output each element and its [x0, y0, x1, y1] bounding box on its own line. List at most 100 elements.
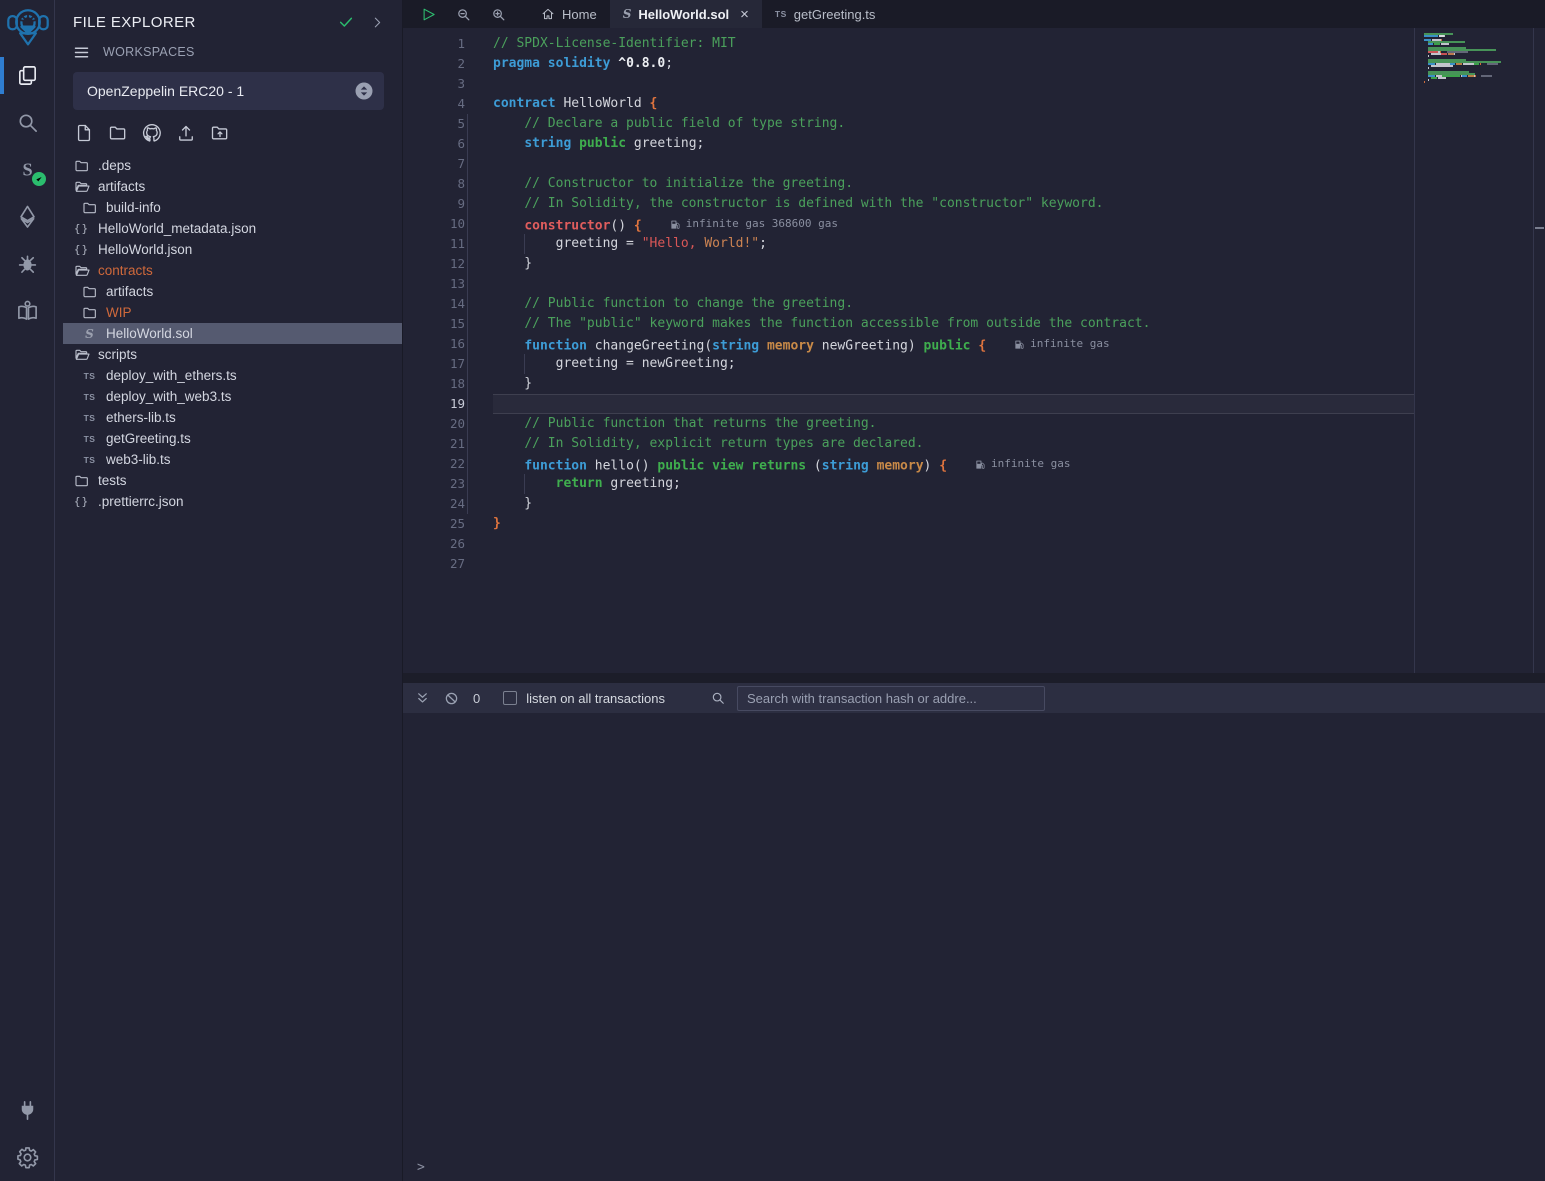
tree-item-web3-lib-ts[interactable]: TSweb3-lib.ts	[55, 449, 402, 470]
sidebar-header: FILE EXPLORER	[55, 9, 402, 35]
tree-item-deploy-with-ethers-ts[interactable]: TSdeploy_with_ethers.ts	[55, 365, 402, 386]
tree-item-label: scripts	[98, 347, 137, 362]
code-line-20[interactable]: 20 // Public function that returns the g…	[403, 414, 1414, 434]
code-line-16[interactable]: 16 function changeGreeting(string memory…	[403, 334, 1414, 354]
activity-settings[interactable]	[0, 1134, 55, 1181]
tree-item-artifacts[interactable]: artifacts	[55, 176, 402, 197]
code-area[interactable]: 1// SPDX-License-Identifier: MIT2pragma …	[403, 28, 1414, 673]
line-content	[493, 74, 1414, 94]
workspaces-menu-icon[interactable]	[73, 44, 90, 61]
editor-scrollbar[interactable]	[1533, 28, 1545, 673]
activity-learneth[interactable]	[0, 287, 55, 334]
tree-item-ethers-lib-ts[interactable]: TSethers-lib.ts	[55, 407, 402, 428]
tree-item-label: HelloWorld.sol	[106, 326, 193, 341]
workspace-selector[interactable]: OpenZeppelin ERC20 - 1	[73, 72, 384, 110]
code-line-2[interactable]: 2pragma solidity ^0.8.0;	[403, 54, 1414, 74]
tree-item-contracts[interactable]: contracts	[55, 260, 402, 281]
listen-transactions-label: listen on all transactions	[526, 691, 665, 706]
line-number: 5	[403, 114, 465, 134]
clear-console-button[interactable]	[444, 691, 459, 706]
code-line-27[interactable]: 27	[403, 554, 1414, 574]
line-content: greeting = newGreeting;	[493, 354, 1414, 374]
zoom-in-button[interactable]	[491, 7, 506, 22]
expand-terminal-button[interactable]	[415, 691, 430, 706]
upload-folder-button[interactable]	[207, 121, 232, 146]
line-number: 12	[403, 254, 465, 274]
zoom-out-button[interactable]	[456, 7, 471, 22]
gas-estimate: infinite gas	[975, 454, 1070, 474]
run-script-button[interactable]	[421, 7, 436, 22]
code-line-19[interactable]: 19	[403, 394, 1414, 414]
tree-item-deploy-with-web3-ts[interactable]: TSdeploy_with_web3.ts	[55, 386, 402, 407]
tree-item-tests[interactable]: tests	[55, 470, 402, 491]
clone-git-repository-button[interactable]	[139, 121, 164, 146]
activity-debugger[interactable]	[0, 240, 55, 287]
code-line-7[interactable]: 7	[403, 154, 1414, 174]
code-line-17[interactable]: 17 greeting = newGreeting;	[403, 354, 1414, 374]
tree-item-label: ethers-lib.ts	[106, 410, 176, 425]
tree-item-getgreeting-ts[interactable]: TS getGreeting.ts	[55, 428, 402, 449]
minimap[interactable]	[1414, 28, 1533, 673]
code-line-9[interactable]: 9 // In Solidity, the constructor is def…	[403, 194, 1414, 214]
tab-helloworld-sol[interactable]: SHelloWorld.sol×	[610, 0, 762, 28]
create-new-folder-button[interactable]	[105, 121, 130, 146]
terminal-search-input[interactable]	[737, 686, 1045, 711]
tree-item-label: getGreeting.ts	[106, 431, 191, 446]
chevron-right-icon[interactable]	[371, 16, 384, 29]
upload-file-button[interactable]	[173, 121, 198, 146]
code-line-14[interactable]: 14 // Public function to change the gree…	[403, 294, 1414, 314]
code-line-25[interactable]: 25}	[403, 514, 1414, 534]
activity-plugin-manager[interactable]	[0, 1087, 55, 1134]
activity-solidity-compiler[interactable]: S	[0, 146, 55, 193]
activity-search[interactable]	[0, 99, 55, 146]
solidity-file-icon: S	[623, 7, 632, 21]
tab-label: Home	[562, 7, 597, 22]
activity-bar: S	[0, 0, 55, 1181]
code-line-18[interactable]: 18 }	[403, 374, 1414, 394]
terminal-search-icon	[711, 691, 725, 705]
code-line-23[interactable]: 23 return greeting;	[403, 474, 1414, 494]
code-line-15[interactable]: 15 // The "public" keyword makes the fun…	[403, 314, 1414, 334]
code-line-21[interactable]: 21 // In Solidity, explicit return types…	[403, 434, 1414, 454]
workspace-sort-icon[interactable]	[354, 81, 374, 101]
listen-transactions-checkbox[interactable]	[503, 691, 517, 705]
terminal-resize-handle[interactable]	[403, 673, 1545, 683]
tree-item-helloworld-sol[interactable]: SHelloWorld.sol	[55, 323, 402, 344]
tab-home[interactable]: Home	[528, 0, 610, 28]
tree-item-helloworld-metadata-json[interactable]: {}HelloWorld_metadata.json	[55, 218, 402, 239]
activity-file-explorer[interactable]	[0, 52, 55, 99]
terminal-body[interactable]: >	[403, 713, 1545, 1181]
remix-logo[interactable]	[0, 0, 55, 52]
code-line-11[interactable]: 11 greeting = "Hello, World!";	[403, 234, 1414, 254]
code-line-1[interactable]: 1// SPDX-License-Identifier: MIT	[403, 34, 1414, 54]
github-icon	[142, 123, 162, 143]
tree-item-build-info[interactable]: build-info	[55, 197, 402, 218]
folder-open-icon	[73, 179, 90, 195]
code-line-26[interactable]: 26	[403, 534, 1414, 554]
code-line-8[interactable]: 8 // Constructor to initialize the greet…	[403, 174, 1414, 194]
create-new-file-button[interactable]	[71, 121, 96, 146]
tree-item--deps[interactable]: .deps	[55, 155, 402, 176]
code-line-3[interactable]: 3	[403, 74, 1414, 94]
tree-item-wip[interactable]: WIP	[55, 302, 402, 323]
tree-item--prettierrc-json[interactable]: {}.prettierrc.json	[55, 491, 402, 512]
code-line-5[interactable]: 5 // Declare a public field of type stri…	[403, 114, 1414, 134]
panel-title: FILE EXPLORER	[73, 14, 196, 31]
code-line-10[interactable]: 10 constructor() {infinite gas 368600 ga…	[403, 214, 1414, 234]
scrollbar-marker	[1535, 227, 1544, 229]
ts-icon: TS	[81, 434, 98, 444]
code-line-12[interactable]: 12 }	[403, 254, 1414, 274]
tree-item-artifacts[interactable]: artifacts	[55, 281, 402, 302]
code-line-13[interactable]: 13	[403, 274, 1414, 294]
tree-item-scripts[interactable]: scripts	[55, 344, 402, 365]
close-tab-icon[interactable]: ×	[740, 6, 749, 23]
tree-item-helloworld-json[interactable]: {}HelloWorld.json	[55, 239, 402, 260]
code-line-24[interactable]: 24 }	[403, 494, 1414, 514]
line-content	[493, 554, 1414, 574]
line-number: 17	[403, 354, 465, 374]
activity-deploy-and-run[interactable]	[0, 193, 55, 240]
tab-getgreeting-ts[interactable]: TSgetGreeting.ts	[762, 0, 889, 28]
code-line-4[interactable]: 4contract HelloWorld {	[403, 94, 1414, 114]
code-line-6[interactable]: 6 string public greeting;	[403, 134, 1414, 154]
code-line-22[interactable]: 22 function hello() public view returns …	[403, 454, 1414, 474]
